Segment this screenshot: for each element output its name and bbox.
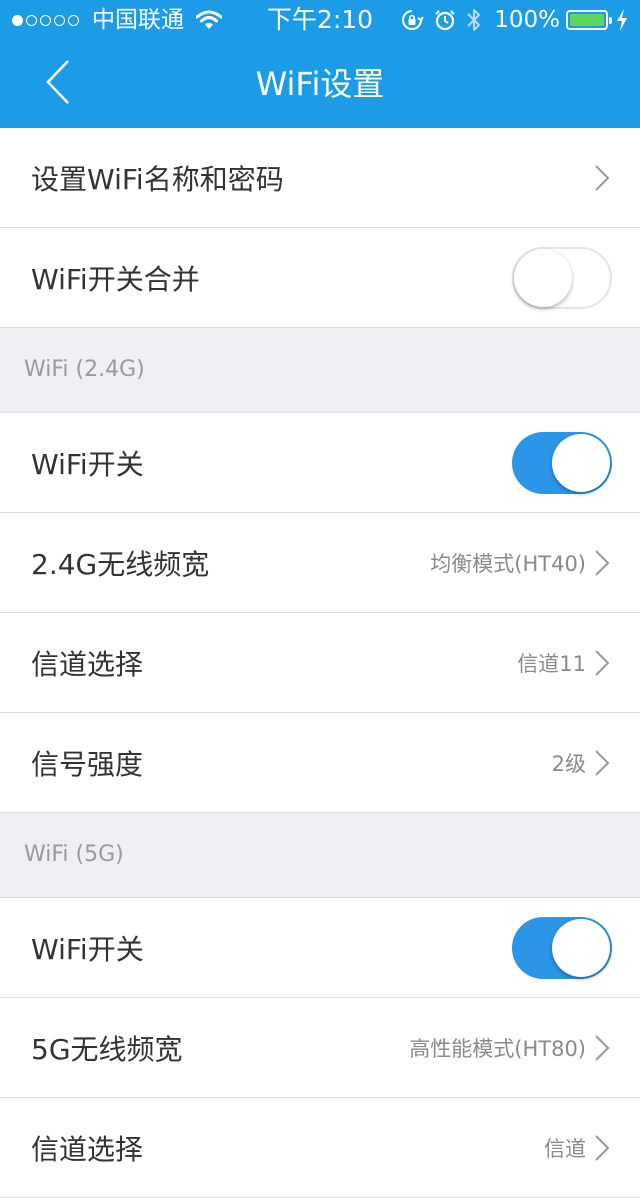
row-value: 信道11 [517, 651, 586, 676]
merge-switch-toggle[interactable] [512, 247, 612, 309]
wifi-switch-5g-row: WiFi开关 [0, 898, 640, 998]
row-value: 高性能模式(HT80) [409, 1036, 586, 1061]
battery-icon [566, 10, 612, 30]
alarm-icon [434, 9, 456, 31]
bandwidth-5g-row[interactable]: 5G无线频宽 高性能模式(HT80) [0, 998, 640, 1098]
nav-bar: WiFi设置 [0, 40, 640, 128]
chevron-right-icon [594, 549, 610, 577]
settings-list: 设置WiFi名称和密码 WiFi开关合并 WiFi (2.4G) WiFi开关 … [0, 128, 640, 1198]
row-label: 信道选择 [31, 647, 144, 681]
status-right: 100% [390, 0, 628, 40]
row-label: WiFi开关 [31, 447, 144, 481]
bluetooth-icon [466, 7, 482, 33]
header: 中国联通 下午2:10 100% WiFi设置 [0, 0, 640, 128]
row-label: 2.4G无线频宽 [31, 547, 210, 581]
section-label: WiFi (5G) [24, 842, 124, 867]
orientation-lock-icon [400, 8, 425, 32]
merge-switch-row: WiFi开关合并 [0, 228, 640, 328]
chevron-right-icon [594, 749, 610, 777]
row-value: 信道 [544, 1136, 586, 1161]
set-name-password-row[interactable]: 设置WiFi名称和密码 [0, 128, 640, 228]
channel-5g-row[interactable]: 信道选择 信道 [0, 1098, 640, 1198]
toggle-knob [552, 919, 610, 977]
section-header-2-4g: WiFi (2.4G) [0, 328, 640, 413]
wifi-switch-2-4g-toggle[interactable] [512, 432, 612, 494]
charging-bolt-icon [616, 9, 628, 31]
wifi-switch-2-4g-row: WiFi开关 [0, 413, 640, 513]
back-button[interactable] [28, 54, 88, 114]
battery-percent: 100% [494, 7, 560, 33]
signal-strength-2-4g-row[interactable]: 信号强度 2级 [0, 713, 640, 813]
toggle-knob [514, 249, 572, 307]
chevron-right-icon [594, 1034, 610, 1062]
row-value: 2级 [551, 751, 586, 776]
chevron-right-icon [594, 649, 610, 677]
toggle-knob [552, 434, 610, 492]
wifi-switch-5g-toggle[interactable] [512, 917, 612, 979]
bandwidth-2-4g-row[interactable]: 2.4G无线频宽 均衡模式(HT40) [0, 513, 640, 613]
section-label: WiFi (2.4G) [24, 357, 145, 382]
row-label: WiFi开关 [31, 932, 144, 966]
section-header-5g: WiFi (5G) [0, 813, 640, 898]
chevron-right-icon [594, 164, 610, 192]
page-title: WiFi设置 [255, 65, 385, 103]
chevron-right-icon [594, 1134, 610, 1162]
row-label: WiFi开关合并 [31, 262, 200, 296]
row-label: 设置WiFi名称和密码 [31, 162, 284, 196]
channel-2-4g-row[interactable]: 信道选择 信道11 [0, 613, 640, 713]
row-label: 信号强度 [31, 747, 144, 781]
row-label: 5G无线频宽 [31, 1032, 183, 1066]
row-value: 均衡模式(HT40) [430, 551, 586, 576]
row-label: 信道选择 [31, 1132, 144, 1166]
chevron-left-icon [45, 59, 71, 109]
status-bar: 中国联通 下午2:10 100% [0, 0, 640, 40]
